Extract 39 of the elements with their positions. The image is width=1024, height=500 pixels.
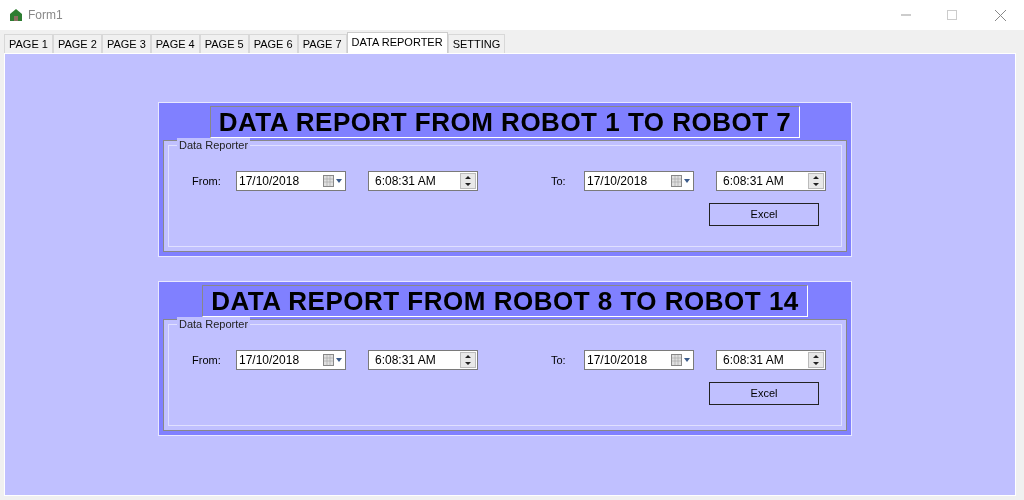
tab[interactable]: PAGE 1: [4, 34, 53, 53]
from-label: From:: [192, 173, 222, 189]
date-picker[interactable]: 17/10/2018: [584, 171, 694, 191]
date-picker[interactable]: 17/10/2018: [236, 350, 346, 370]
to-label: To:: [551, 352, 567, 368]
spinner-icon: [808, 173, 824, 189]
time-field[interactable]: 6:08:31 AM: [716, 350, 826, 370]
maximize-icon[interactable]: [947, 10, 957, 20]
date-picker[interactable]: 17/10/2018: [236, 171, 346, 191]
calendar-dropdown-icon: [323, 354, 343, 366]
tab[interactable]: PAGE 3: [101, 34, 151, 53]
tab[interactable]: PAGE 7: [297, 34, 347, 53]
spinner-icon: [460, 352, 476, 368]
group-label: Data Reporter: [177, 138, 251, 152]
from-label: From:: [192, 352, 222, 368]
window-title: Form1: [28, 7, 63, 24]
excel-button[interactable]: Excel: [709, 203, 819, 226]
close-icon[interactable]: [995, 9, 1006, 21]
report-title: DATA REPORT FROM ROBOT 1 TO ROBOT 7: [209, 106, 801, 138]
tab[interactable]: SETTING: [447, 34, 506, 53]
calendar-dropdown-icon: [671, 354, 691, 366]
tab[interactable]: PAGE 4: [150, 34, 200, 53]
report-title: DATA REPORT FROM ROBOT 8 TO ROBOT 14: [202, 285, 808, 317]
spinner-icon: [808, 352, 824, 368]
tab[interactable]: PAGE 5: [199, 34, 249, 53]
tab[interactable]: PAGE 2: [52, 34, 102, 53]
date-picker[interactable]: 17/10/2018: [584, 350, 694, 370]
time-field[interactable]: 6:08:31 AM: [368, 171, 478, 191]
group-label: Data Reporter: [177, 317, 251, 331]
calendar-dropdown-icon: [671, 175, 691, 187]
time-field[interactable]: 6:08:31 AM: [368, 350, 478, 370]
tab[interactable]: DATA REPORTER: [346, 32, 448, 53]
app-icon: [8, 7, 24, 23]
excel-button[interactable]: Excel: [709, 382, 819, 405]
spinner-icon: [460, 173, 476, 189]
time-field[interactable]: 6:08:31 AM: [716, 171, 826, 191]
tab[interactable]: PAGE 6: [248, 34, 298, 53]
calendar-dropdown-icon: [323, 175, 343, 187]
to-label: To:: [551, 173, 567, 189]
